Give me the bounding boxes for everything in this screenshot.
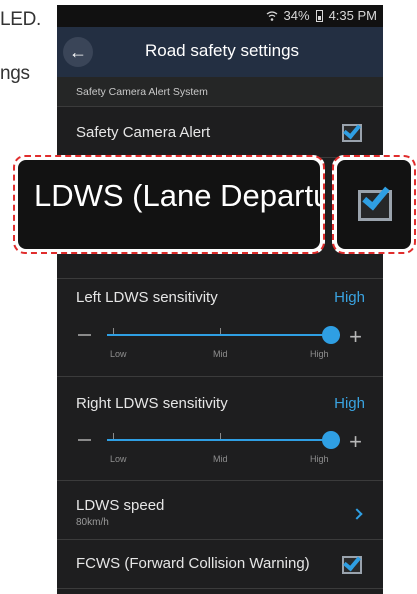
left-ldws-sensitivity-row: Left LDWS sensitivity High + Low Mid Hig… <box>57 279 383 377</box>
plus-icon[interactable]: + <box>349 324 362 350</box>
slider-knob[interactable] <box>322 326 340 344</box>
slider-track[interactable] <box>107 439 340 441</box>
battery-percent: 34% <box>283 8 310 23</box>
back-button[interactable]: ← <box>63 37 93 67</box>
left-ldws-sensitivity-label: Left LDWS sensitivity <box>76 289 218 306</box>
slider-knob[interactable] <box>322 431 340 449</box>
safety-camera-alert-label: Safety Camera Alert <box>76 124 211 141</box>
battery-icon <box>315 9 323 22</box>
slider-tick <box>220 433 221 439</box>
plus-icon[interactable]: + <box>349 429 362 455</box>
chevron-right-icon[interactable] <box>351 508 363 520</box>
slider-label-low: Low <box>110 454 127 464</box>
back-arrow-icon: ← <box>69 41 87 62</box>
ldws-speed-row[interactable]: LDWS speed 80km/h <box>57 486 383 540</box>
ldws-label-zoom-callout: LDWS (Lane Departur <box>13 155 325 254</box>
section-header: Safety Camera Alert System <box>57 77 383 107</box>
left-ldws-sensitivity-value: High <box>334 289 365 306</box>
slider-tick <box>220 328 221 334</box>
fcws-checkbox[interactable] <box>342 552 362 574</box>
slider-tick <box>113 433 114 439</box>
background-text-fragment: ngs <box>0 63 30 84</box>
slider-track[interactable] <box>107 334 340 336</box>
page-title: Road safety settings <box>145 41 300 60</box>
slider-tick <box>113 328 114 334</box>
slider-label-high: High <box>310 349 329 359</box>
ldws-checkbox-zoomed[interactable] <box>358 181 392 221</box>
right-ldws-sensitivity-label: Right LDWS sensitivity <box>76 395 228 412</box>
slider-label-mid: Mid <box>213 349 228 359</box>
slider-label-low: Low <box>110 349 127 359</box>
slider-label-mid: Mid <box>213 454 228 464</box>
background-text-fragment: LED. <box>0 9 42 30</box>
minus-icon[interactable] <box>78 439 91 441</box>
checkmark-icon <box>343 552 361 572</box>
safety-camera-alert-checkbox[interactable] <box>342 120 362 142</box>
checkmark-icon <box>362 181 390 211</box>
ldws-checkbox-zoom-callout <box>332 155 416 254</box>
slider-label-high: High <box>310 454 329 464</box>
left-ldws-slider[interactable]: + Low Mid High <box>57 321 383 381</box>
clock: 4:35 PM <box>328 8 377 23</box>
fcws-label: FCWS (Forward Collision Warning) <box>76 555 310 572</box>
right-ldws-sensitivity-value: High <box>334 395 365 412</box>
minus-icon[interactable] <box>78 334 91 336</box>
app-bar: ← Road safety settings <box>57 27 383 77</box>
ldws-speed-label: LDWS speed <box>76 497 165 514</box>
wifi-icon <box>266 10 277 21</box>
status-bar: 34% 4:35 PM <box>57 5 383 27</box>
right-ldws-slider[interactable]: + Low Mid High <box>57 426 383 486</box>
checkmark-icon <box>343 120 361 140</box>
fcws-row[interactable]: FCWS (Forward Collision Warning) <box>57 541 383 589</box>
ldws-speed-value: 80km/h <box>76 517 109 528</box>
phone-screen: 34% 4:35 PM ← Road safety settings Safet… <box>57 5 383 594</box>
safety-camera-alert-row[interactable]: Safety Camera Alert <box>57 108 383 158</box>
ldws-label-zoomed: LDWS (Lane Departur <box>18 160 320 249</box>
right-ldws-sensitivity-row: Right LDWS sensitivity High + Low Mid Hi… <box>57 383 383 481</box>
